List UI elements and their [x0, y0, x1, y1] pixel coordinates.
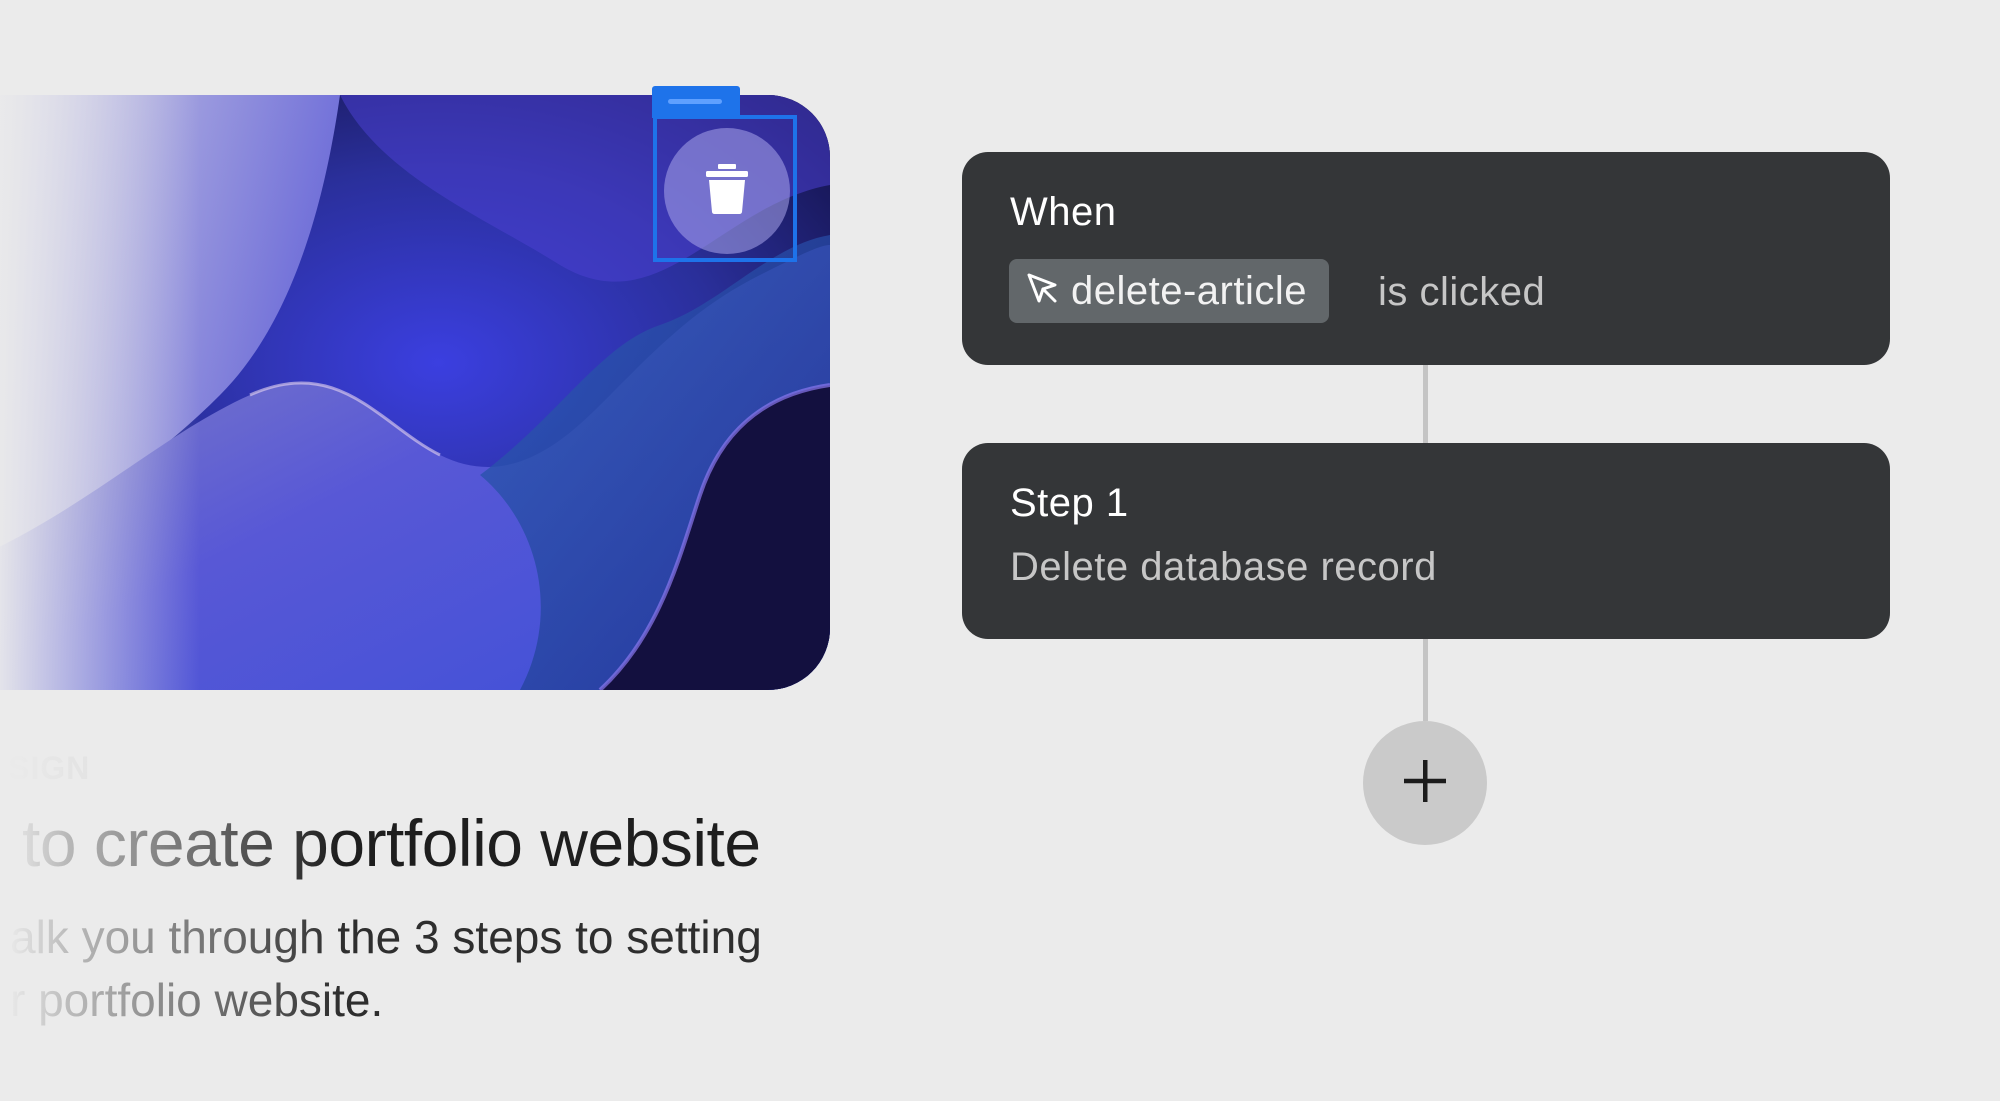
step-card[interactable]: Step 1 Delete database record — [962, 443, 1890, 639]
article-description-line-1: alk you through the 3 steps to setting — [10, 911, 762, 963]
article-title: to create portfolio website — [22, 806, 761, 880]
cursor-arrow-icon — [1025, 271, 1061, 312]
delete-article-button[interactable] — [664, 128, 790, 254]
selection-handle-bar — [668, 99, 722, 104]
article-category-label: SIGN — [8, 750, 91, 786]
trigger-card[interactable]: When delete-article is clicked — [962, 152, 1890, 365]
step-action: Delete database record — [1010, 545, 1437, 589]
step-heading: Step 1 — [1010, 481, 1129, 525]
trash-icon — [705, 163, 749, 219]
article-description-line-2: r portfolio website. — [10, 974, 384, 1026]
element-chip[interactable]: delete-article — [1009, 259, 1330, 323]
plus-icon — [1402, 758, 1448, 809]
trigger-event-text: is clicked — [1378, 270, 1546, 314]
connector-line — [1423, 365, 1428, 443]
connector-line — [1423, 639, 1428, 721]
page: SIGN to create portfolio website alk you… — [0, 0, 2000, 1101]
selection-handle[interactable] — [652, 86, 740, 118]
add-step-button[interactable] — [1363, 721, 1487, 845]
trigger-heading: When — [1010, 190, 1117, 234]
element-name: delete-article — [1071, 268, 1308, 313]
